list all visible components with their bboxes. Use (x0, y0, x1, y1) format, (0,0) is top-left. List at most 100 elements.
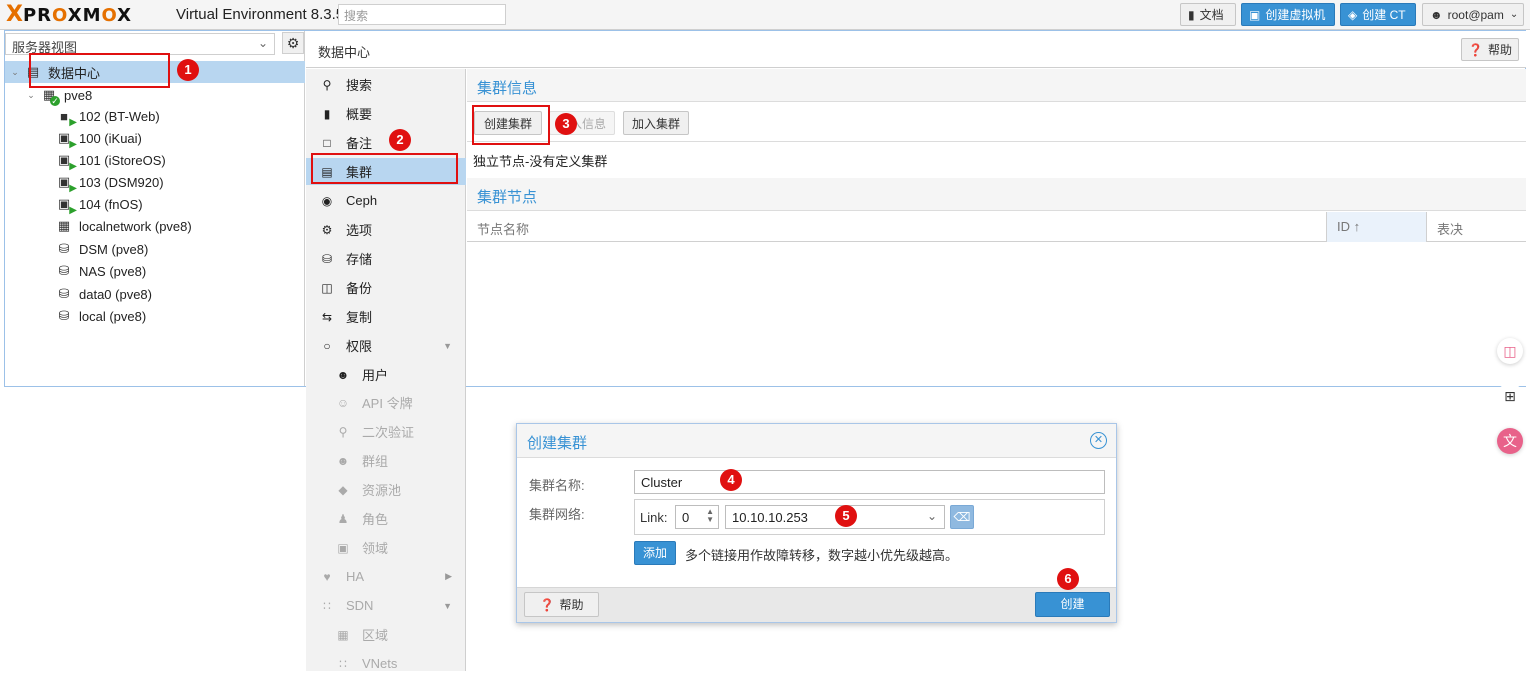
address-book-icon: ▣ (337, 540, 349, 555)
storage-icon: ⛁ (58, 308, 70, 323)
user-o-icon: ☺ (336, 395, 350, 410)
chevron-down-icon: ⌄ (926, 509, 937, 523)
column-node-name[interactable]: 节点名称 (467, 212, 1327, 242)
cluster-info-title: 集群信息 (467, 69, 1526, 102)
dialog-title: 创建集群 (517, 424, 1116, 458)
create-vm-button[interactable]: ▣ 创建虚拟机 (1241, 3, 1335, 26)
tree-item-guest[interactable]: ▣ ▶ 103 (DSM920) (5, 171, 305, 194)
highlight-box-create (472, 105, 550, 145)
cluster-status-text: 独立节点-没有定义集群 (473, 154, 608, 169)
tree-item-guest[interactable]: ▣ ▶ 104 (fnOS) (5, 193, 305, 216)
link-number-spinner[interactable]: 0 ▲ ▼ (675, 505, 719, 529)
menu-item-options[interactable]: ⚙ 选项 (306, 216, 466, 243)
network-icon: ∷ (339, 656, 347, 671)
user-icon: ☻ (1430, 7, 1443, 22)
step-marker-1: 1 (177, 59, 199, 81)
grid-icon: ▦ (337, 627, 349, 642)
tags-icon: ◆ (338, 482, 348, 497)
tree-item-storage[interactable]: ⛁ local (pve8) (5, 305, 305, 327)
dialog-create-button[interactable]: 创建 (1035, 592, 1110, 617)
container-icon: ■ ▶ (60, 108, 77, 128)
add-link-button[interactable]: 添加 (634, 541, 676, 565)
spinner-arrows-icon[interactable]: ▲ ▼ (706, 508, 714, 524)
chevron-right-icon: ▶ (445, 571, 452, 581)
ceph-icon: ◉ (321, 193, 333, 208)
create-ct-button[interactable]: ◈ 创建 CT (1340, 3, 1416, 26)
tree-item-network[interactable]: ▦ localnetwork (pve8) (5, 215, 305, 237)
view-selector[interactable]: 服务器视图 ⌄ (5, 33, 275, 55)
menu-item-replication[interactable]: ⇆ 复制 (306, 303, 466, 330)
menu-item-summary[interactable]: ▮ 概要 (306, 100, 466, 127)
menu-item-ha[interactable]: ♥ HA ▶ (306, 563, 466, 590)
menu-item-ceph[interactable]: ◉ Ceph (306, 187, 466, 214)
tree-item-storage[interactable]: ⛁ NAS (pve8) (5, 260, 305, 282)
menu-item-pools[interactable]: ◆ 资源池 (306, 476, 466, 503)
question-icon: ❓ (1468, 42, 1483, 57)
menu-item-backup[interactable]: ◫ 备份 (306, 274, 466, 301)
book-icon: ▮ (1188, 7, 1195, 22)
collapse-icon[interactable]: ⌄ (9, 67, 21, 78)
menu-item-roles[interactable]: ♟ 角色 (306, 505, 466, 532)
menu-item-two-factor[interactable]: ⚲ 二次验证 (306, 418, 466, 445)
gift-icon[interactable]: ◫ (1497, 338, 1523, 364)
global-search-input[interactable]: 搜索 (338, 4, 506, 25)
menu-item-search[interactable]: ⚲ 搜索 (306, 71, 466, 98)
monitor-icon: ▣ (1249, 7, 1261, 22)
join-cluster-button[interactable]: 加入集群 (623, 111, 689, 135)
storage-icon: ⛁ (58, 286, 70, 301)
add-link-hint: 多个链接用作故障转移，数字越小优先级越高。 (685, 548, 959, 563)
menu-item-permissions[interactable]: ○ 权限 ▼ (306, 332, 466, 359)
cluster-nodes-title: 集群节点 (467, 178, 1526, 211)
column-id[interactable]: ID ↑ (1327, 212, 1427, 242)
tree-item-guest[interactable]: ▣ ▶ 100 (iKuai) (5, 127, 305, 150)
remove-link-button[interactable]: ⌫ (950, 505, 974, 529)
vm-icon: ▣ ▶ (57, 174, 77, 194)
question-icon: ❓ (539, 597, 555, 612)
user-menu-button[interactable]: ☻ root@pam ⌄ (1422, 3, 1524, 26)
collapse-icon[interactable]: ⌄ (25, 90, 37, 101)
key-icon: ⚲ (338, 424, 348, 439)
help-button[interactable]: ❓ 帮助 (1461, 38, 1519, 61)
male-icon: ♟ (337, 511, 349, 526)
book-icon: ▮ (323, 106, 331, 121)
tree-item-guest[interactable]: ▣ ▶ 101 (iStoreOS) (5, 149, 305, 172)
close-icon[interactable]: ✕ (1090, 432, 1107, 449)
menu-item-api-tokens[interactable]: ☺ API 令牌 (306, 389, 466, 416)
tree-item-guest[interactable]: ■ ▶ 102 (BT-Web) (5, 105, 305, 128)
gear-icon: ⚙ (321, 222, 333, 237)
highlight-box-datacenter (29, 53, 170, 88)
menu-item-users[interactable]: ☻ 用户 (306, 361, 466, 388)
chevron-down-icon: ⌄ (1509, 9, 1519, 20)
menu-item-notes[interactable]: □ 备注 (306, 129, 466, 156)
cluster-network-label: 集群网络: (529, 507, 585, 522)
cluster-name-input[interactable]: Cluster (634, 470, 1105, 494)
docs-button[interactable]: ▮ 文档 (1180, 3, 1236, 26)
menu-item-storage[interactable]: ⛁ 存储 (306, 245, 466, 272)
step-marker-4: 4 (720, 469, 742, 491)
menu-item-sdn[interactable]: ∷ SDN ▼ (306, 592, 466, 619)
menu-item-zones[interactable]: ▦ 区域 (306, 621, 466, 648)
grid-plus-icon[interactable]: ⊞ (1497, 383, 1523, 409)
step-marker-6: 6 (1057, 568, 1079, 590)
tree-item-storage[interactable]: ⛁ data0 (pve8) (5, 283, 305, 305)
search-icon: ⚲ (322, 77, 332, 92)
menu-item-groups[interactable]: ☻ 群组 (306, 447, 466, 474)
link-label: Link: (640, 510, 668, 525)
retweet-icon: ⇆ (321, 309, 333, 324)
database-icon: ⛁ (321, 251, 333, 266)
floppy-icon: ◫ (321, 280, 333, 295)
column-votes[interactable]: 表决 (1427, 212, 1526, 242)
menu-item-realms[interactable]: ▣ 领域 (306, 534, 466, 561)
trash-icon: ⌫ (953, 510, 971, 524)
translate-icon[interactable]: 文 (1497, 428, 1523, 454)
chevron-down-icon: ▼ (443, 600, 452, 611)
unlock-icon: ○ (323, 338, 331, 353)
tree-settings-button[interactable]: ⚙ (282, 32, 304, 54)
dialog-help-button[interactable]: ❓ 帮助 (524, 592, 599, 617)
step-marker-2: 2 (389, 129, 411, 151)
cube-icon: ◈ (1348, 7, 1358, 22)
content-header (306, 31, 1526, 68)
menu-item-vnets[interactable]: ∷ VNets (306, 650, 466, 677)
tree-item-storage[interactable]: ⛁ DSM (pve8) (5, 238, 305, 260)
vm-icon: ▣ ▶ (57, 130, 77, 150)
